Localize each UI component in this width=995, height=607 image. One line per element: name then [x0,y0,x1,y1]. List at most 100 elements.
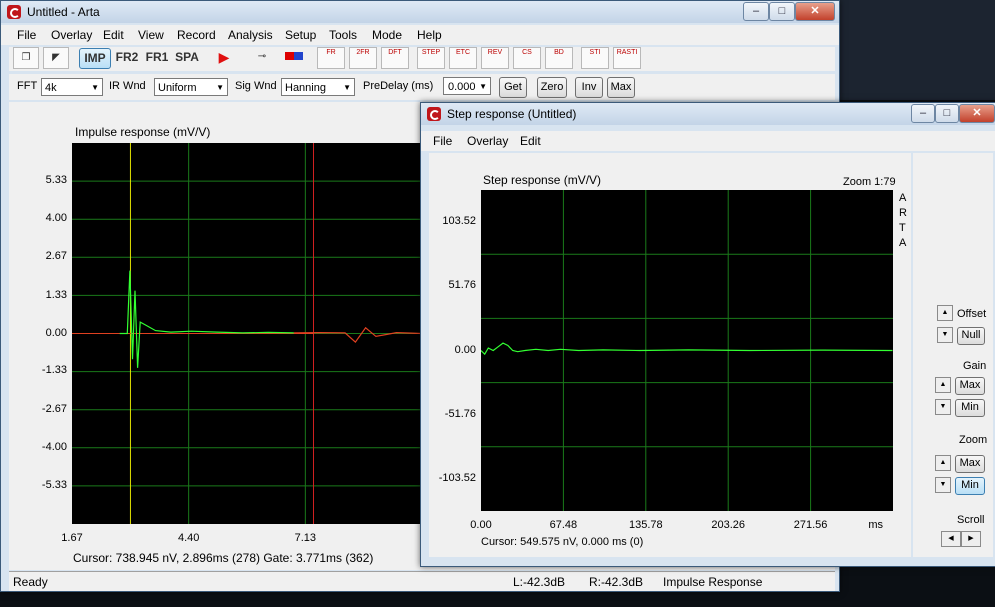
y-tick-label: -5.33 [41,478,67,491]
gain-min-button[interactable]: Min [955,399,985,417]
menu-overlay[interactable]: Overlay [467,134,508,148]
menu-record[interactable]: Record [177,28,216,42]
rasti-plot-icon[interactable]: RASTI [613,47,641,69]
gain-down-button[interactable]: ▼ [935,399,951,415]
fft-select[interactable]: 4k [41,78,103,97]
main-menubar: File Overlay Edit View Record Analysis S… [1,25,839,45]
step-window-title: Step response (Untitled) [447,107,577,121]
offset-label: Offset [957,308,987,320]
zoom-down-button[interactable]: ▼ [935,477,951,493]
generator-icon[interactable]: ⊸ [249,47,275,67]
level-meter-icon[interactable] [281,47,307,67]
menu-tools[interactable]: Tools [329,28,357,42]
offset-up-button[interactable]: ▲ [937,305,953,321]
zoom-max-button[interactable]: Max [955,455,985,473]
select-icon[interactable]: ◤ [43,47,69,69]
2fr-plot-icon[interactable]: 2FR [349,47,377,69]
main-titlebar[interactable]: Untitled - Arta – □ ✕ [1,1,839,23]
arta-app-icon [7,5,21,19]
step-side-panel: ▲ ▼ Offset Null Gain ▲ ▼ Max Min Zoom ▲ … [913,153,993,557]
gain-max-button[interactable]: Max [955,377,985,395]
copy-icon[interactable]: ❐ [13,47,39,69]
step-chart[interactable] [481,190,893,511]
scroll-right-button[interactable]: ▶ [961,531,981,547]
gain-up-button[interactable]: ▲ [935,377,951,393]
fft-label: FFT [17,80,38,92]
step-cursor-readout: Cursor: 549.575 nV, 0.000 ms (0) [481,536,644,548]
y-tick-label: 1.33 [45,288,67,301]
status-mode: Impulse Response [663,575,763,589]
menu-edit[interactable]: Edit [103,28,124,42]
y-tick-label: -1.33 [41,364,67,377]
y-tick-label: -2.67 [41,402,67,415]
y-tick-label: 51.76 [448,279,476,292]
scroll-label: Scroll [957,514,985,526]
spa-mode-button[interactable]: SPA [173,47,201,67]
sti-plot-icon[interactable]: STI [581,47,609,69]
get-button[interactable]: Get [499,77,527,98]
rev-plot-icon[interactable]: REV [481,47,509,69]
gain-label: Gain [963,360,987,372]
impulse-chart[interactable] [72,143,422,524]
cs-plot-icon[interactable]: CS [513,47,541,69]
y-tick-label: 2.67 [45,250,67,263]
sig-wnd-label: Sig Wnd [235,80,277,92]
menu-setup[interactable]: Setup [285,28,316,42]
x-unit-label: ms [868,519,883,531]
maximize-button[interactable]: □ [769,2,795,21]
menu-mode[interactable]: Mode [372,28,402,42]
minimize-button[interactable]: – [743,2,769,21]
status-bar: Ready L:-42.3dB R:-42.3dB Impulse Respon… [9,571,835,591]
step-titlebar[interactable]: Step response (Untitled) – □ ✕ [421,103,995,125]
predelay-label: PreDelay (ms) [363,80,434,92]
scroll-left-button[interactable]: ◀ [941,531,961,547]
close-button[interactable]: ✕ [959,104,995,123]
menu-help[interactable]: Help [417,28,442,42]
menu-overlay[interactable]: Overlay [51,28,92,42]
arta-app-icon [427,107,441,121]
step-zoom-annotation: Zoom 1:79 [843,176,896,188]
ir-wnd-select[interactable]: Uniform [154,78,228,97]
imp-mode-button[interactable]: IMP [79,48,111,69]
step-plot-icon[interactable]: STEP [417,47,445,69]
status-left-level: L:-42.3dB [513,575,566,589]
zoom-min-button[interactable]: Min [955,477,985,495]
y-tick-label: 103.52 [442,215,476,228]
minimize-button[interactable]: – [911,104,935,123]
menu-edit[interactable]: Edit [520,134,541,148]
record-play-icon[interactable]: ▶ [211,47,237,67]
maximize-button[interactable]: □ [935,104,959,123]
null-button[interactable]: Null [957,327,985,345]
controls-row: FFT 4k IR Wnd Uniform Sig Wnd Hanning Pr… [9,74,835,100]
x-tick-label: 4.40 [177,532,200,544]
dft-plot-icon[interactable]: DFT [381,47,409,69]
fr-plot-icon[interactable]: FR [317,47,345,69]
max-button[interactable]: Max [607,77,635,98]
x-tick-label: 1.67 [61,532,83,544]
desktop-background [838,0,995,100]
zoom-label: Zoom [959,434,988,446]
inv-button[interactable]: Inv [575,77,603,98]
y-tick-label: -103.52 [438,471,476,484]
fr2-mode-button[interactable]: FR2 [113,47,141,67]
sig-wnd-select[interactable]: Hanning [281,78,355,97]
menu-view[interactable]: View [138,28,164,42]
zoom-up-button[interactable]: ▲ [935,455,951,471]
y-tick-label: 0.00 [45,326,67,339]
status-right-level: R:-42.3dB [589,575,644,589]
menu-file[interactable]: File [433,134,452,148]
status-ready: Ready [13,575,48,589]
menu-file[interactable]: File [17,28,36,42]
main-toolbar: ❐ ◤ IMP FR2 FR1 SPA ▶ ⊸ FR 2FR DFT STEP … [9,47,835,71]
menu-analysis[interactable]: Analysis [228,28,273,42]
zero-button[interactable]: Zero [537,77,567,98]
x-tick-label: 203.26 [711,519,746,531]
bd-plot-icon[interactable]: BD [545,47,573,69]
etc-plot-icon[interactable]: ETC [449,47,477,69]
main-window-title: Untitled - Arta [27,5,100,19]
x-tick-label: 0.00 [470,519,492,531]
offset-down-button[interactable]: ▼ [937,327,953,343]
close-button[interactable]: ✕ [795,2,835,21]
fr1-mode-button[interactable]: FR1 [143,47,171,67]
predelay-input[interactable]: 0.000 [443,77,491,96]
